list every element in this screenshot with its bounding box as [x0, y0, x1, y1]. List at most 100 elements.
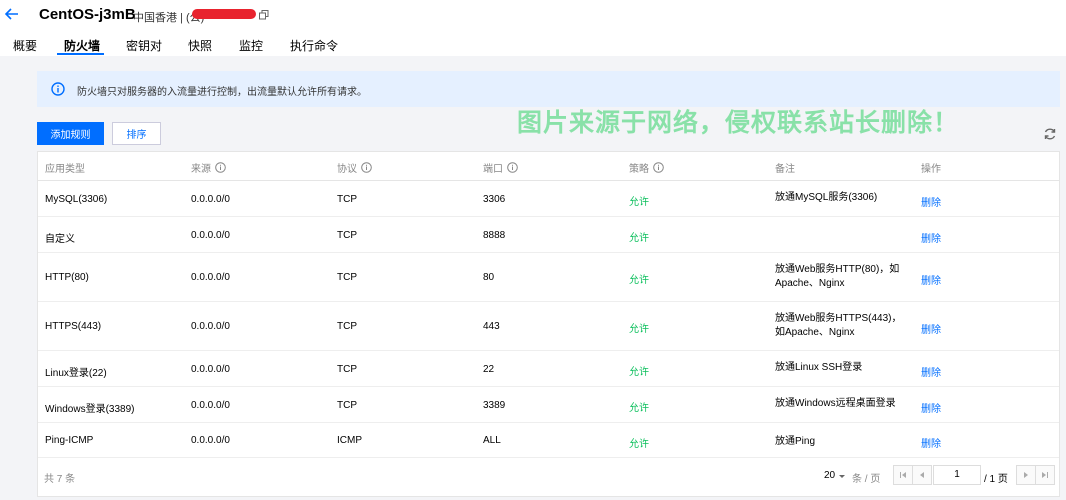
last-page-icon [1042, 472, 1048, 478]
tab-bar: 概要 防火墙 密钥对 快照 监控 执行命令 [0, 37, 1066, 56]
cell-app: Ping-ICMP [45, 435, 94, 446]
next-page-button[interactable] [1016, 465, 1036, 485]
cell-policy: 允许 [629, 324, 649, 335]
info-notice: 防火墙只对服务器的入流量进行控制，出流量默认允许所有请求。 [37, 71, 1060, 107]
delete-link[interactable]: 删除 [921, 194, 941, 209]
last-page-button[interactable] [1035, 465, 1055, 485]
page-size-select[interactable]: 20 [824, 470, 846, 481]
total-pages: / 1 页 [984, 474, 1008, 485]
col-header-policy: 策略 [629, 160, 664, 175]
delete-link[interactable]: 删除 [921, 400, 941, 415]
refresh-icon[interactable] [1043, 127, 1057, 141]
cell-source: 0.0.0.0/0 [191, 435, 230, 446]
cell-source: 0.0.0.0/0 [191, 194, 230, 205]
col-header-app: 应用类型 [45, 164, 85, 175]
cell-port: 80 [483, 272, 495, 283]
cell-note: 放通MySQL服务(3306) [775, 192, 878, 203]
cell-app: Windows登录(3389) [45, 404, 135, 415]
cell-app: Linux登录(22) [45, 368, 107, 379]
delete-link[interactable]: 删除 [921, 272, 941, 287]
tab-overview[interactable]: 概要 [13, 37, 37, 54]
tab-snapshots[interactable]: 快照 [188, 37, 212, 54]
chevron-left-icon [920, 472, 924, 478]
col-header-action: 操作 [921, 164, 941, 175]
cell-source: 0.0.0.0/0 [191, 321, 230, 332]
help-icon[interactable] [507, 162, 518, 173]
cell-protocol: TCP [337, 364, 357, 375]
instance-title: CentOS-j3mB [39, 6, 136, 23]
cell-port: ALL [483, 435, 501, 446]
copy-icon[interactable] [259, 10, 269, 20]
cell-protocol: TCP [337, 272, 357, 283]
first-page-button[interactable] [893, 465, 913, 485]
table-row: HTTP(80) 0.0.0.0/0 TCP 80 允许 放通Web服务HTTP… [38, 253, 1059, 302]
cell-protocol: TCP [337, 230, 357, 241]
table-row: Linux登录(22) 0.0.0.0/0 TCP 22 允许 放通Linux … [38, 351, 1059, 387]
total-count: 共 7 条 [44, 474, 76, 485]
cell-note: 放通Web服务HTTP(80)，如Apache、Nginx [775, 264, 900, 289]
page-number-input[interactable]: 1 [933, 465, 981, 485]
cell-protocol: TCP [337, 400, 357, 411]
delete-link[interactable]: 删除 [921, 321, 941, 336]
watermark-text: 图片来源于网络，侵权联系站长删除！ [517, 109, 960, 137]
help-icon[interactable] [215, 162, 226, 173]
table-footer: 共 7 条 20 条 / 页 1 / 1 页 [38, 458, 1059, 496]
info-icon [51, 82, 65, 96]
col-header-note: 备注 [775, 164, 795, 175]
cell-port: 22 [483, 364, 495, 375]
cell-source: 0.0.0.0/0 [191, 230, 230, 241]
delete-link[interactable]: 删除 [921, 364, 941, 379]
cell-source: 0.0.0.0/0 [191, 364, 230, 375]
col-header-protocol: 协议 [337, 160, 372, 175]
cell-policy: 允许 [629, 233, 649, 244]
cell-app: HTTPS(443) [45, 321, 102, 332]
prev-page-button[interactable] [912, 465, 932, 485]
add-rule-button[interactable]: 添加规则 [37, 122, 104, 145]
page-size-value: 20 [824, 470, 836, 481]
cell-note: 放通Linux SSH登录 [775, 362, 863, 373]
cell-policy: 允许 [629, 367, 649, 378]
cell-port: 443 [483, 321, 500, 332]
active-tab-indicator [57, 53, 104, 55]
cell-policy: 允许 [629, 439, 649, 450]
cell-protocol: TCP [337, 194, 357, 205]
delete-link[interactable]: 删除 [921, 435, 941, 450]
cell-app: MySQL(3306) [45, 194, 108, 205]
cell-port: 8888 [483, 230, 506, 241]
table-row: Windows登录(3389) 0.0.0.0/0 TCP 3389 允许 放通… [38, 387, 1059, 423]
per-page-label: 条 / 页 [852, 474, 881, 485]
tab-run-command[interactable]: 执行命令 [290, 37, 338, 54]
cell-source: 0.0.0.0/0 [191, 272, 230, 283]
first-page-icon [900, 472, 906, 478]
col-header-source: 来源 [191, 160, 226, 175]
table-row: Ping-ICMP 0.0.0.0/0 ICMP ALL 允许 放通Ping 删… [38, 423, 1059, 458]
help-icon[interactable] [653, 162, 664, 173]
cell-note: 放通Ping [775, 436, 816, 447]
help-icon[interactable] [361, 162, 372, 173]
tab-firewall[interactable]: 防火墙 [64, 37, 100, 54]
chevron-right-icon [1024, 472, 1028, 478]
col-header-port: 端口 [483, 160, 518, 175]
cell-policy: 允许 [629, 275, 649, 286]
tab-monitoring[interactable]: 监控 [239, 37, 263, 54]
back-arrow-icon[interactable] [4, 6, 20, 22]
table-row: MySQL(3306) 0.0.0.0/0 TCP 3306 允许 放通MySQ… [38, 181, 1059, 217]
cell-protocol: ICMP [337, 435, 362, 446]
table-row: 自定义 0.0.0.0/0 TCP 8888 允许 删除 [38, 217, 1059, 253]
cell-policy: 允许 [629, 403, 649, 414]
chevron-down-icon [839, 474, 846, 478]
table-row: HTTPS(443) 0.0.0.0/0 TCP 443 允许 放通Web服务H… [38, 302, 1059, 351]
cell-port: 3389 [483, 400, 506, 411]
tab-keypairs[interactable]: 密钥对 [126, 37, 162, 54]
cell-note: 放通Windows远程桌面登录 [775, 398, 896, 409]
redacted-ip [192, 9, 256, 19]
notice-text: 防火墙只对服务器的入流量进行控制，出流量默认允许所有请求。 [77, 87, 367, 98]
top-bar: CentOS-j3mB 中国香港 | (公) 概要 防火墙 密钥对 快照 监控 … [0, 0, 1066, 56]
cell-policy: 允许 [629, 197, 649, 208]
delete-link[interactable]: 删除 [921, 230, 941, 245]
cell-app: HTTP(80) [45, 272, 89, 283]
cell-source: 0.0.0.0/0 [191, 400, 230, 411]
sort-button[interactable]: 排序 [112, 122, 161, 145]
cell-app: 自定义 [45, 234, 75, 245]
cell-protocol: TCP [337, 321, 357, 332]
